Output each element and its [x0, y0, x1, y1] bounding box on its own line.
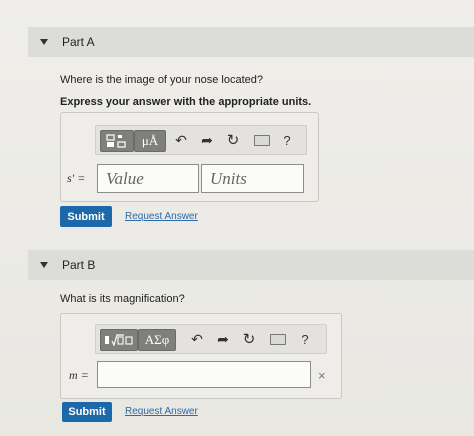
part-b-submit-button[interactable]: Submit [62, 402, 112, 422]
part-a-submit-button[interactable]: Submit [60, 206, 112, 227]
keyboard-icon[interactable] [254, 135, 270, 146]
part-b-request-answer-link[interactable]: Request Answer [125, 406, 198, 417]
reset-icon[interactable]: ↻ [224, 130, 242, 150]
help-icon[interactable]: ? [296, 329, 314, 349]
keyboard-icon[interactable] [270, 334, 286, 345]
help-icon[interactable]: ? [278, 130, 296, 150]
template-icon[interactable] [100, 130, 134, 152]
caret-down-icon[interactable] [40, 262, 48, 268]
units-input[interactable]: Units [201, 164, 304, 193]
sqrt-template-icon [105, 334, 133, 347]
redo-icon[interactable]: ➦ [198, 130, 216, 150]
part-b-title: Part B [62, 258, 96, 272]
part-b-toolbar: ΑΣφ ↶ ➦ ↻ ? [95, 324, 327, 354]
caret-down-icon[interactable] [40, 39, 48, 45]
redo-icon[interactable]: ➦ [214, 329, 232, 349]
magnification-input[interactable] [97, 361, 311, 388]
part-b-header[interactable]: Part B [28, 250, 474, 280]
part-a-instruction: Express your answer with the appropriate… [60, 96, 312, 108]
part-a-answer-panel: μÅ ↶ ➦ ↻ ? s′ = Value Units [60, 112, 319, 202]
part-a-header[interactable]: Part A [28, 27, 474, 57]
part-a-title: Part A [62, 35, 95, 49]
value-input[interactable]: Value [97, 164, 199, 193]
part-a-request-answer-link[interactable]: Request Answer [125, 211, 198, 222]
close-icon[interactable]: × [318, 368, 326, 383]
part-b-question: What is its magnification? [60, 293, 185, 305]
template-sqrt-icon[interactable] [100, 329, 138, 351]
part-b-answer-panel: ΑΣφ ↶ ➦ ↻ ? m = [60, 313, 342, 399]
undo-icon[interactable]: ↶ [172, 130, 190, 150]
reset-icon[interactable]: ↻ [240, 329, 258, 349]
units-button[interactable]: μÅ [134, 130, 166, 152]
undo-icon[interactable]: ↶ [188, 329, 206, 349]
part-a-question: Where is the image of your nose located? [60, 74, 264, 86]
variable-label: s′ = [67, 171, 86, 185]
greek-symbols-button[interactable]: ΑΣφ [138, 329, 176, 351]
part-a-toolbar: μÅ ↶ ➦ ↻ ? [95, 125, 307, 155]
template-grid-icon [106, 134, 126, 148]
variable-label: m = [69, 368, 89, 382]
page: Part A Where is the image of your nose l… [0, 0, 474, 436]
